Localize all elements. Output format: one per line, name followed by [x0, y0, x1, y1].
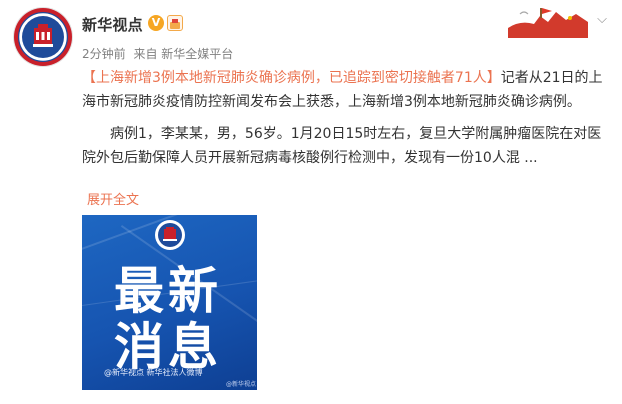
banner-decoration-icon: [508, 8, 588, 38]
post-image[interactable]: 最新 消息 @新华视点 新华社法人微博 @新华视点: [82, 215, 257, 390]
level-icon: [167, 15, 183, 31]
post-text: 【上海新增3例本地新冠肺炎确诊病例，已追踪到密切接触者71人】记者从21日的上海…: [82, 66, 610, 170]
post-paragraph-2: 病例1，李某某，男，56岁。1月20日15时左右，复旦大学附属肿瘤医院在对医院外…: [82, 126, 602, 166]
image-watermark: @新华视点: [226, 381, 257, 388]
avatar-logo-icon: [19, 13, 67, 61]
post-meta: 2分钟前 来自 新华全媒平台: [82, 45, 237, 62]
avatar[interactable]: [14, 8, 72, 66]
post-time[interactable]: 2分钟前: [82, 47, 126, 61]
chevron-down-icon[interactable]: ⌵: [594, 12, 610, 28]
post-source: 来自 新华全媒平台: [133, 47, 234, 61]
expand-full-text-link[interactable]: 展开全文: [87, 189, 139, 208]
verified-icon: V: [148, 15, 164, 31]
image-footer-text: @新华视点 新华社法人微博: [104, 368, 203, 377]
image-logo-icon: [155, 220, 185, 250]
account-name[interactable]: 新华视点: [82, 14, 143, 35]
weibo-post-card: 新华视点 V 2分钟前 来自 新华全媒平台 ⌵ 【上海新增3例本地新冠肺炎确诊病…: [0, 0, 622, 404]
post-headline-link[interactable]: 【上海新增3例本地新冠肺炎确诊病例，已追踪到密切接触者71人】: [82, 70, 501, 86]
